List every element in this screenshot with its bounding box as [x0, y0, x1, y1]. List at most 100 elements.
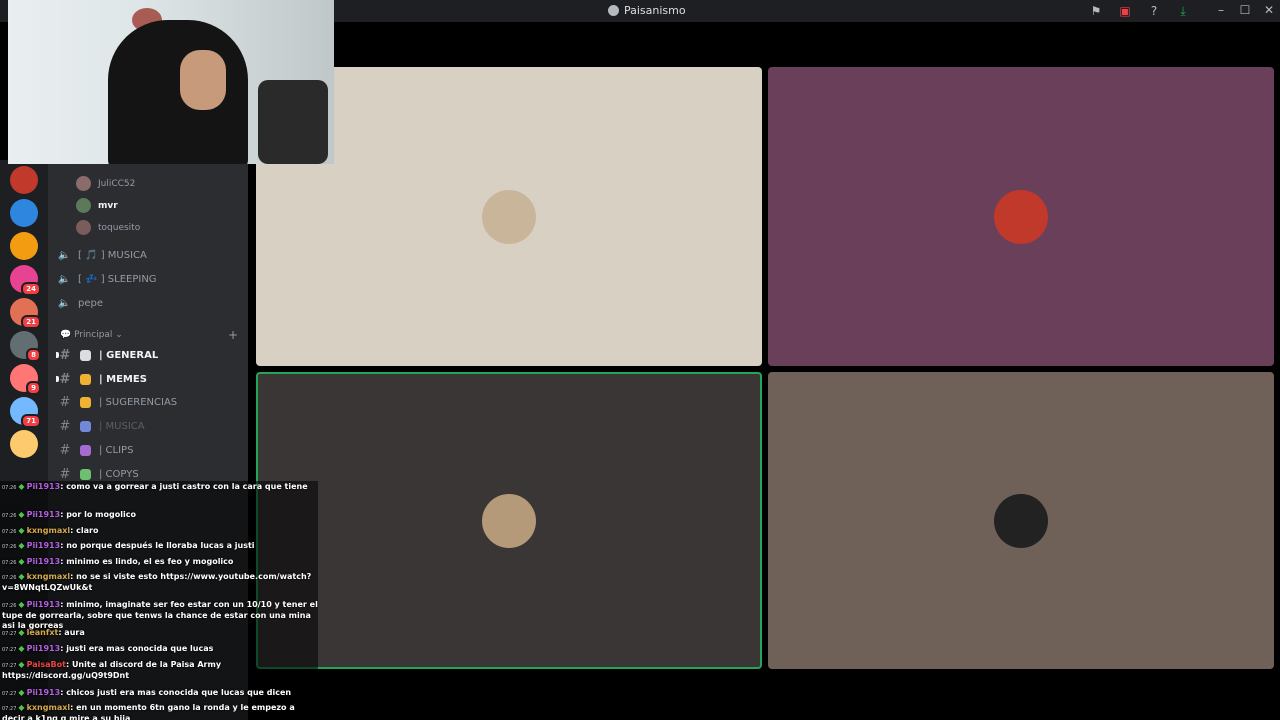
- server-avatar: [10, 199, 38, 227]
- participant-avatar: [994, 493, 1048, 548]
- badge-icon: ◆: [18, 644, 25, 653]
- inbox-icon[interactable]: ▣: [1118, 4, 1132, 18]
- voice-channel[interactable]: 🔈 [ 🎵 ] MUSICA: [58, 250, 147, 261]
- text-channel-label: | MEMES: [99, 373, 147, 385]
- badge-icon: ◆: [18, 703, 25, 713]
- chat-timestamp: 07:27: [2, 706, 17, 713]
- chat-message: 07:26 ◆ Pii1913: como va a gorrear a justi…: [2, 482, 318, 493]
- badge-icon: ◆: [18, 628, 25, 638]
- chat-message: 07:26 ◆ Pii1913: minimo es lindo, el es fe…: [2, 557, 233, 568]
- text-channel[interactable]: # | CLIPS: [58, 443, 134, 458]
- voice-participant-tile[interactable]: [768, 372, 1274, 669]
- chat-username: Pii1913: [26, 541, 61, 551]
- badge-icon: ◆: [18, 556, 25, 566]
- mention-badge: 71: [21, 414, 41, 428]
- chat-timestamp: 07:26: [2, 544, 17, 551]
- chat-message: 07:27 ◆ Pii1913: justi era mas conocida qu…: [2, 644, 213, 655]
- chat-username: PaisaBot: [26, 659, 66, 669]
- hash-icon: #: [59, 395, 71, 411]
- mention-badge: 24: [21, 282, 41, 296]
- chat-text: : no porque después le lloraba lucas a j…: [60, 541, 255, 551]
- close-icon[interactable]: ✕: [1262, 3, 1276, 17]
- voice-channel[interactable]: 🔈 [ 💤 ] SLEEPING: [58, 274, 157, 285]
- minimize-icon[interactable]: –: [1214, 3, 1228, 17]
- voice-participant-tile[interactable]: [256, 372, 762, 669]
- channel-emoji-icon: [80, 397, 91, 409]
- chat-message: 07:27 ◆ leanfxt: aura: [2, 628, 85, 639]
- server-avatar: [10, 430, 38, 458]
- server-icon[interactable]: [10, 166, 38, 194]
- window-title-text: Paisanismo: [624, 4, 686, 17]
- streamer-face: [180, 50, 226, 110]
- chat-timestamp: 07:27: [2, 690, 17, 697]
- add-channel-icon[interactable]: +: [228, 328, 238, 342]
- chat-timestamp: 07:26: [2, 559, 17, 566]
- mention-badge: 21: [21, 315, 41, 329]
- chat-username: Pii1913: [26, 600, 61, 610]
- hash-icon: #: [59, 371, 71, 387]
- unread-indicator: [56, 375, 59, 382]
- voice-user-name: toquesito: [98, 222, 141, 233]
- channel-emoji-icon: [80, 373, 91, 385]
- download-icon[interactable]: ⤓: [1176, 4, 1190, 18]
- server-icon[interactable]: [10, 430, 38, 458]
- chat-username: kxngmaxl: [26, 525, 71, 535]
- text-channel[interactable]: # | COPYS: [58, 467, 139, 482]
- text-channel-label: | SUGERENCIAS: [99, 397, 178, 409]
- text-channel[interactable]: # | SUGERENCIAS: [58, 395, 178, 411]
- chat-text: : aura: [58, 628, 85, 638]
- chat-timestamp: 07:26: [2, 603, 17, 610]
- text-channel[interactable]: # | GENERAL: [56, 348, 159, 363]
- user-avatar: [76, 176, 91, 191]
- badge-icon: ◆: [18, 510, 25, 519]
- mention-badge: 9: [26, 381, 41, 395]
- voice-user[interactable]: JuliCC52: [76, 176, 135, 191]
- streamer-silhouette: [108, 20, 248, 164]
- hash-icon: #: [59, 348, 71, 363]
- chat-username: Pii1913: [26, 510, 61, 519]
- window-title: Paisanismo: [608, 4, 686, 17]
- chat-text: : justi era mas conocida que lucas: [60, 644, 214, 653]
- server-icon[interactable]: 71: [10, 397, 41, 428]
- chat-username: Pii1913: [26, 687, 61, 697]
- voice-user[interactable]: toquesito: [76, 220, 140, 235]
- chat-text: : claro: [70, 525, 99, 535]
- text-channel-label: | GENERAL: [99, 350, 159, 361]
- discord-window: Paisanismo ⚑ ▣ ? ⤓ – ☐ ✕ 24 21 8 9 71 JuliCC…: [0, 0, 1280, 720]
- server-icon[interactable]: 9: [10, 364, 41, 395]
- server-icon[interactable]: 24: [10, 265, 41, 296]
- voice-user-name: mvr: [98, 200, 118, 211]
- badge-icon: ◆: [18, 482, 25, 491]
- hash-icon: #: [59, 466, 71, 482]
- flag-icon[interactable]: ⚑: [1089, 4, 1103, 18]
- text-channel-label: | COPYS: [99, 468, 139, 480]
- chat-username: kxngmaxl: [26, 572, 71, 582]
- voice-user[interactable]: mvr: [76, 198, 118, 213]
- chat-username: leanfxt: [26, 628, 59, 638]
- unread-indicator: [56, 352, 59, 358]
- voice-channel-label: pepe: [78, 298, 103, 309]
- channel-emoji-icon: [80, 444, 91, 456]
- category-principal[interactable]: 💬 Principal ⌄ +: [60, 328, 240, 342]
- text-channel[interactable]: # | MUSICA: [58, 419, 145, 434]
- server-icon[interactable]: 21: [10, 298, 41, 329]
- chat-timestamp: 07:26: [2, 513, 17, 519]
- chat-text: : como va a gorrear a justi castro con l…: [60, 482, 308, 491]
- badge-icon: ◆: [18, 572, 25, 582]
- voice-channel-label: [ 🎵 ] MUSICA: [78, 250, 147, 261]
- chat-message: 07:26 ◆ kxngmaxl: claro: [2, 526, 98, 537]
- category-label: 💬 Principal ⌄: [60, 330, 123, 340]
- maximize-icon[interactable]: ☐: [1238, 3, 1252, 17]
- chat-timestamp: 07:26: [2, 485, 17, 491]
- text-channel[interactable]: # | MEMES: [56, 371, 147, 387]
- user-avatar: [76, 220, 91, 235]
- server-icon[interactable]: [10, 232, 38, 260]
- help-icon[interactable]: ?: [1147, 4, 1161, 18]
- stream-chat-overlay: 07:26 ◆ Pii1913: como va a gorrear a justi…: [0, 481, 318, 720]
- server-avatar: [10, 232, 38, 260]
- server-icon[interactable]: 8: [10, 331, 41, 362]
- voice-participant-tile[interactable]: [768, 67, 1274, 366]
- chat-text: : por lo mogolico: [60, 510, 136, 519]
- server-icon[interactable]: [10, 199, 38, 227]
- voice-channel[interactable]: 🔈 pepe: [58, 298, 103, 309]
